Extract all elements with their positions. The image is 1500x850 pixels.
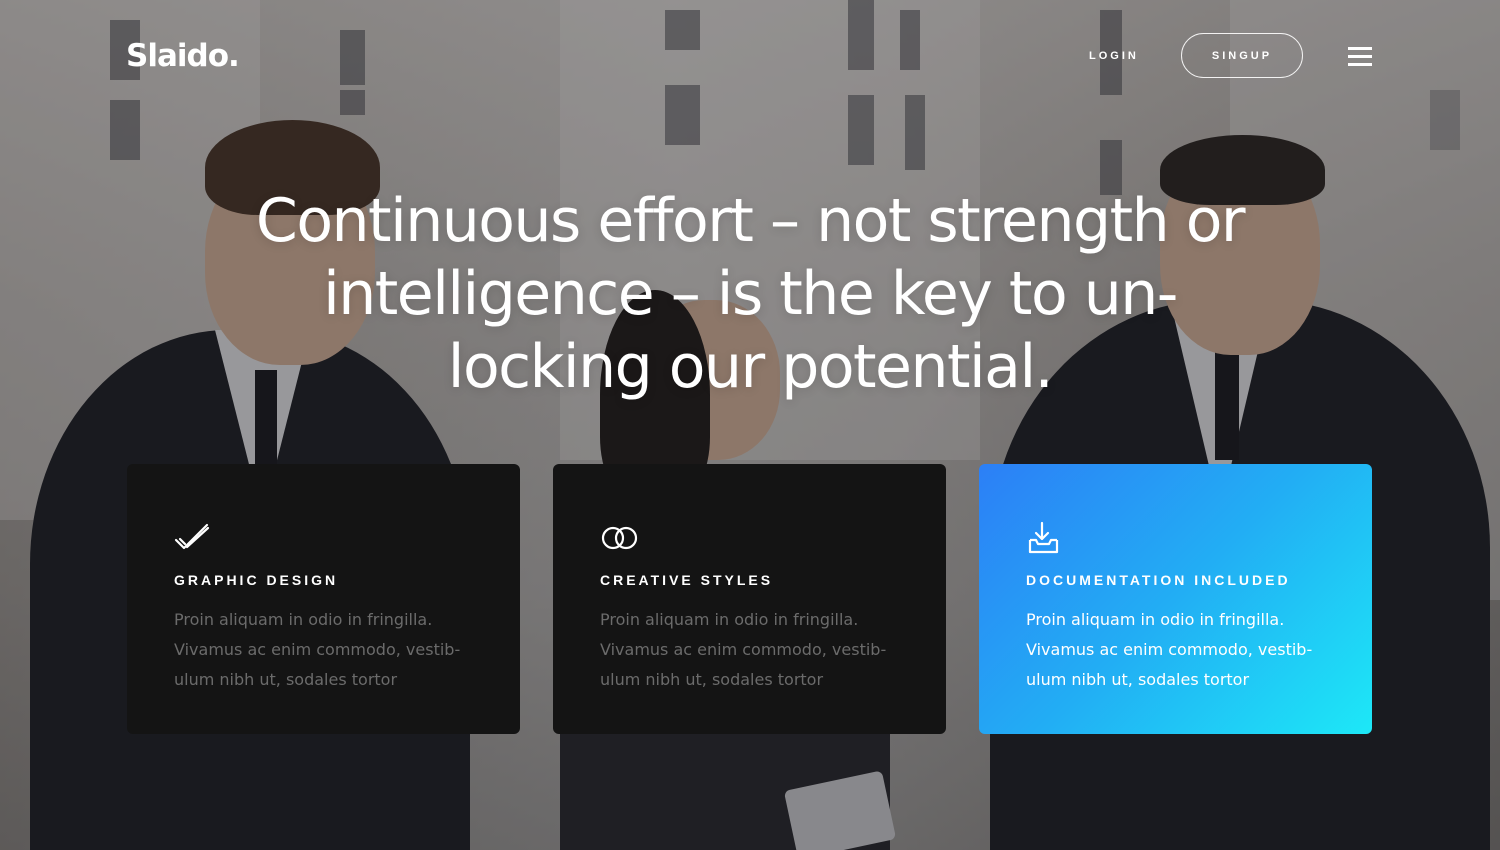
check-icon: [174, 520, 210, 556]
signup-button[interactable]: SINGUP: [1181, 33, 1303, 78]
login-link[interactable]: LOGIN: [1089, 50, 1139, 62]
feature-title: DOCUMENTATION INCLUDED: [1026, 572, 1291, 588]
signup-button-label: SINGUP: [1211, 49, 1273, 62]
download-tray-icon: [1026, 520, 1062, 556]
hamburger-menu-icon[interactable]: [1348, 47, 1372, 67]
feature-description: Proin aliquam in odio in fringilla. Viva…: [1026, 610, 1313, 689]
feature-title: CREATIVE STYLES: [600, 572, 774, 588]
site-logo[interactable]: Slaido.: [126, 38, 240, 74]
feature-card-graphic-design: GRAPHIC DESIGN Proin aliquam in odio in …: [127, 464, 520, 734]
feature-title: GRAPHIC DESIGN: [174, 572, 339, 588]
feature-description: Proin aliquam in odio in fringilla. Viva…: [600, 610, 887, 689]
linked-circles-icon: [600, 520, 638, 556]
hero-headline: Continuous effort – not strength or inte…: [255, 186, 1246, 402]
feature-description: Proin aliquam in odio in fringilla. Viva…: [174, 610, 461, 689]
feature-card-documentation: DOCUMENTATION INCLUDED Proin aliquam in …: [979, 464, 1372, 734]
feature-card-creative-styles: CREATIVE STYLES Proin aliquam in odio in…: [553, 464, 946, 734]
